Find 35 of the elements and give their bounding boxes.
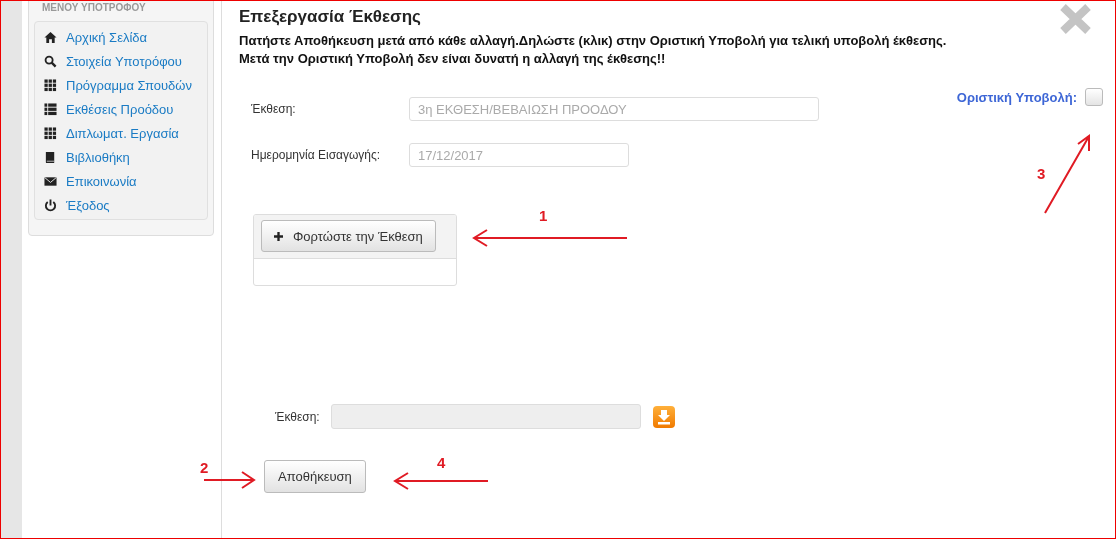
grid-icon [44, 126, 57, 140]
menu-item[interactable]: Αρχική Σελίδα [35, 25, 207, 49]
instruction-text: Μετά την Οριστική Υποβολή δεν είναι δυνατή η αλλαγή της έκθεσης!! [239, 50, 667, 68]
menu-heading: ΜΕΝΟΥ ΥΠΟΤΡΟΦΟΥ [41, 2, 147, 15]
checkbox[interactable] [1085, 88, 1103, 106]
search-icon [44, 54, 57, 68]
dialog-title: Επεξεργασία Έκθεσης [239, 7, 421, 27]
menu-item[interactable]: Εκθέσεις Προόδου [35, 97, 207, 121]
field-label: Έκθεση: [275, 409, 320, 424]
annotation-number: 4 [437, 454, 446, 471]
envelope-icon [44, 174, 57, 188]
close-icon[interactable] [1058, 3, 1093, 35]
final-submission-label: Οριστική Υποβολή: [956, 89, 1077, 105]
field-label: Ημερομηνία Εισαγωγής: [251, 148, 382, 162]
save-button[interactable]: Αποθήκευση [264, 460, 366, 493]
power-icon [44, 198, 57, 212]
menu-item[interactable]: Διπλωματ. Εργασία [35, 121, 207, 145]
menu-item[interactable]: Επικοινωνία [35, 169, 207, 193]
home-icon [44, 30, 57, 44]
upload-button[interactable]: Φορτώστε την Έκθεση [261, 220, 436, 252]
menu-item[interactable]: Στοιχεία Υποτρόφου [35, 49, 207, 73]
menu-item[interactable]: Βιβλιοθήκη [35, 145, 207, 169]
grid-icon [44, 78, 57, 92]
book-icon [44, 150, 57, 164]
menu-item[interactable]: Έξοδος [35, 193, 207, 217]
download-icon[interactable] [652, 405, 675, 428]
menu-item[interactable]: Πρόγραμμα Σπουδών [35, 73, 207, 97]
instruction-text: Πατήστε Αποθήκευση μετά από κάθε αλλαγή.Δηλώστε (κλικ) στην Οριστική Υποβολή για τελική υποβολή έκθεσης. [239, 32, 948, 50]
plus-icon [274, 231, 283, 241]
field-label: Έκθεση: [251, 102, 297, 116]
annotation-number: 1 [539, 207, 548, 224]
annotation-number: 3 [1037, 165, 1046, 182]
annotation-arrow [203, 471, 256, 489]
annotation-number: 2 [200, 459, 209, 476]
list-icon [44, 102, 57, 116]
